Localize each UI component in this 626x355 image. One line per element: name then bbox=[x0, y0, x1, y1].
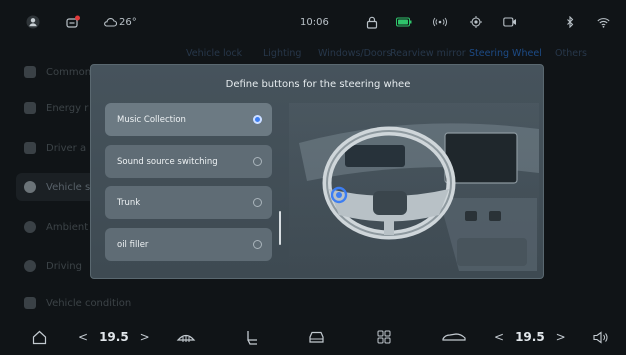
right-temp-decrease-icon[interactable]: < bbox=[494, 330, 504, 344]
tab-vehicle-lock[interactable]: Vehicle lock bbox=[186, 48, 242, 59]
rear-defrost-icon[interactable] bbox=[175, 326, 197, 348]
radio-icon[interactable] bbox=[253, 157, 262, 166]
profile-icon[interactable] bbox=[26, 14, 40, 30]
hotspot-icon bbox=[432, 14, 448, 30]
right-temp-increase-icon[interactable]: > bbox=[556, 330, 566, 344]
seat-icon[interactable] bbox=[243, 326, 261, 348]
clock: 10:06 bbox=[300, 16, 329, 28]
bluetooth-icon bbox=[566, 14, 575, 30]
volume-icon[interactable] bbox=[592, 326, 610, 348]
dialog-title: Define buttons for the steering whee bbox=[225, 79, 411, 90]
status-bar: 26° 10:06 bbox=[0, 0, 626, 44]
option-trunk[interactable]: Trunk bbox=[105, 186, 272, 219]
list-scrollbar[interactable] bbox=[279, 211, 281, 245]
home-icon[interactable] bbox=[30, 326, 48, 348]
radio-icon[interactable] bbox=[253, 198, 262, 207]
battery-icon bbox=[396, 14, 412, 30]
energy-icon bbox=[24, 102, 36, 114]
car-side-icon[interactable] bbox=[440, 326, 468, 348]
location-icon bbox=[470, 14, 482, 30]
right-temperature: 19.5 bbox=[515, 330, 545, 344]
tab-windows-doors[interactable]: Windows/Doors bbox=[318, 48, 391, 59]
left-temp-increase-icon[interactable]: > bbox=[140, 330, 150, 344]
notification-icon[interactable] bbox=[66, 14, 81, 30]
temperature-label: 26° bbox=[119, 16, 137, 28]
settings-icon bbox=[24, 181, 36, 193]
bottom-dock: < 19.5 > < 19.5 > bbox=[0, 320, 626, 355]
steering-wheel-illustration bbox=[289, 103, 539, 271]
tab-rearview-mirror[interactable]: Rearview mirror bbox=[390, 48, 466, 59]
steering-button-dialog: Define buttons for the steering whee Mus… bbox=[90, 64, 544, 279]
weather-indicator: 26° bbox=[103, 14, 137, 30]
option-sound-source-switching[interactable]: Sound source switching bbox=[105, 145, 272, 178]
grid-icon bbox=[24, 66, 36, 78]
radio-selected-icon[interactable] bbox=[253, 115, 262, 124]
left-temp-decrease-icon[interactable]: < bbox=[78, 330, 88, 344]
lock-icon bbox=[366, 14, 378, 30]
diagnostics-icon bbox=[24, 297, 36, 309]
tab-others[interactable]: Others bbox=[555, 48, 587, 59]
left-temperature: 19.5 bbox=[99, 330, 129, 344]
radio-icon[interactable] bbox=[253, 240, 262, 249]
wifi-icon bbox=[597, 14, 610, 30]
apps-grid-icon[interactable] bbox=[375, 326, 393, 348]
left-temp-control: < 19.5 > bbox=[78, 326, 150, 348]
tab-lighting[interactable]: Lighting bbox=[263, 48, 301, 59]
sidebar-item-vehicle-condition[interactable]: Vehicle condition bbox=[16, 289, 136, 317]
car-front-icon[interactable] bbox=[306, 326, 326, 348]
bulb-icon bbox=[24, 221, 36, 233]
camera-icon bbox=[503, 14, 517, 30]
steering-icon bbox=[24, 260, 36, 272]
tab-steering-wheel[interactable]: Steering Wheel bbox=[469, 48, 542, 59]
option-music-collection[interactable]: Music Collection bbox=[105, 103, 272, 136]
car-icon bbox=[24, 142, 36, 154]
cloud-icon bbox=[104, 18, 117, 27]
option-oil-filler[interactable]: oil filler bbox=[105, 228, 272, 261]
right-temp-control: < 19.5 > bbox=[494, 326, 566, 348]
